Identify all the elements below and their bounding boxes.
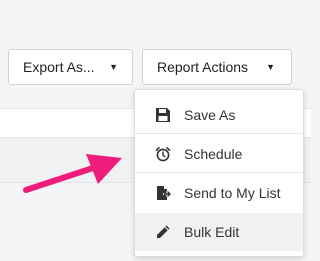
menu-item-send-to-my-list[interactable]: Send to My List xyxy=(135,174,303,212)
alarm-clock-icon xyxy=(155,147,171,162)
menu-item-save-as[interactable]: Save As xyxy=(135,96,303,134)
pointer-arrow-annotation xyxy=(23,154,122,193)
document-export-icon xyxy=(157,186,171,200)
menu-item-label: Bulk Edit xyxy=(184,224,240,240)
save-icon xyxy=(156,108,170,122)
report-actions-button[interactable]: Report Actions ▼ xyxy=(142,49,292,85)
report-actions-label: Report Actions xyxy=(157,59,249,75)
menu-item-label: Send to My List xyxy=(184,185,281,201)
menu-item-label: Save As xyxy=(184,106,236,123)
caret-down-icon: ▼ xyxy=(266,62,275,72)
menu-item-schedule[interactable]: Schedule xyxy=(135,135,303,173)
report-actions-menu: Save As Schedule Send to My List Bulk Ed… xyxy=(134,89,304,257)
export-as-label: Export As... xyxy=(23,59,95,75)
caret-down-icon: ▼ xyxy=(109,62,118,72)
export-as-button[interactable]: Export As... ▼ xyxy=(8,49,133,85)
pencil-icon xyxy=(157,225,170,238)
menu-item-bulk-edit[interactable]: Bulk Edit xyxy=(135,213,303,251)
menu-item-label: Schedule xyxy=(184,145,243,162)
